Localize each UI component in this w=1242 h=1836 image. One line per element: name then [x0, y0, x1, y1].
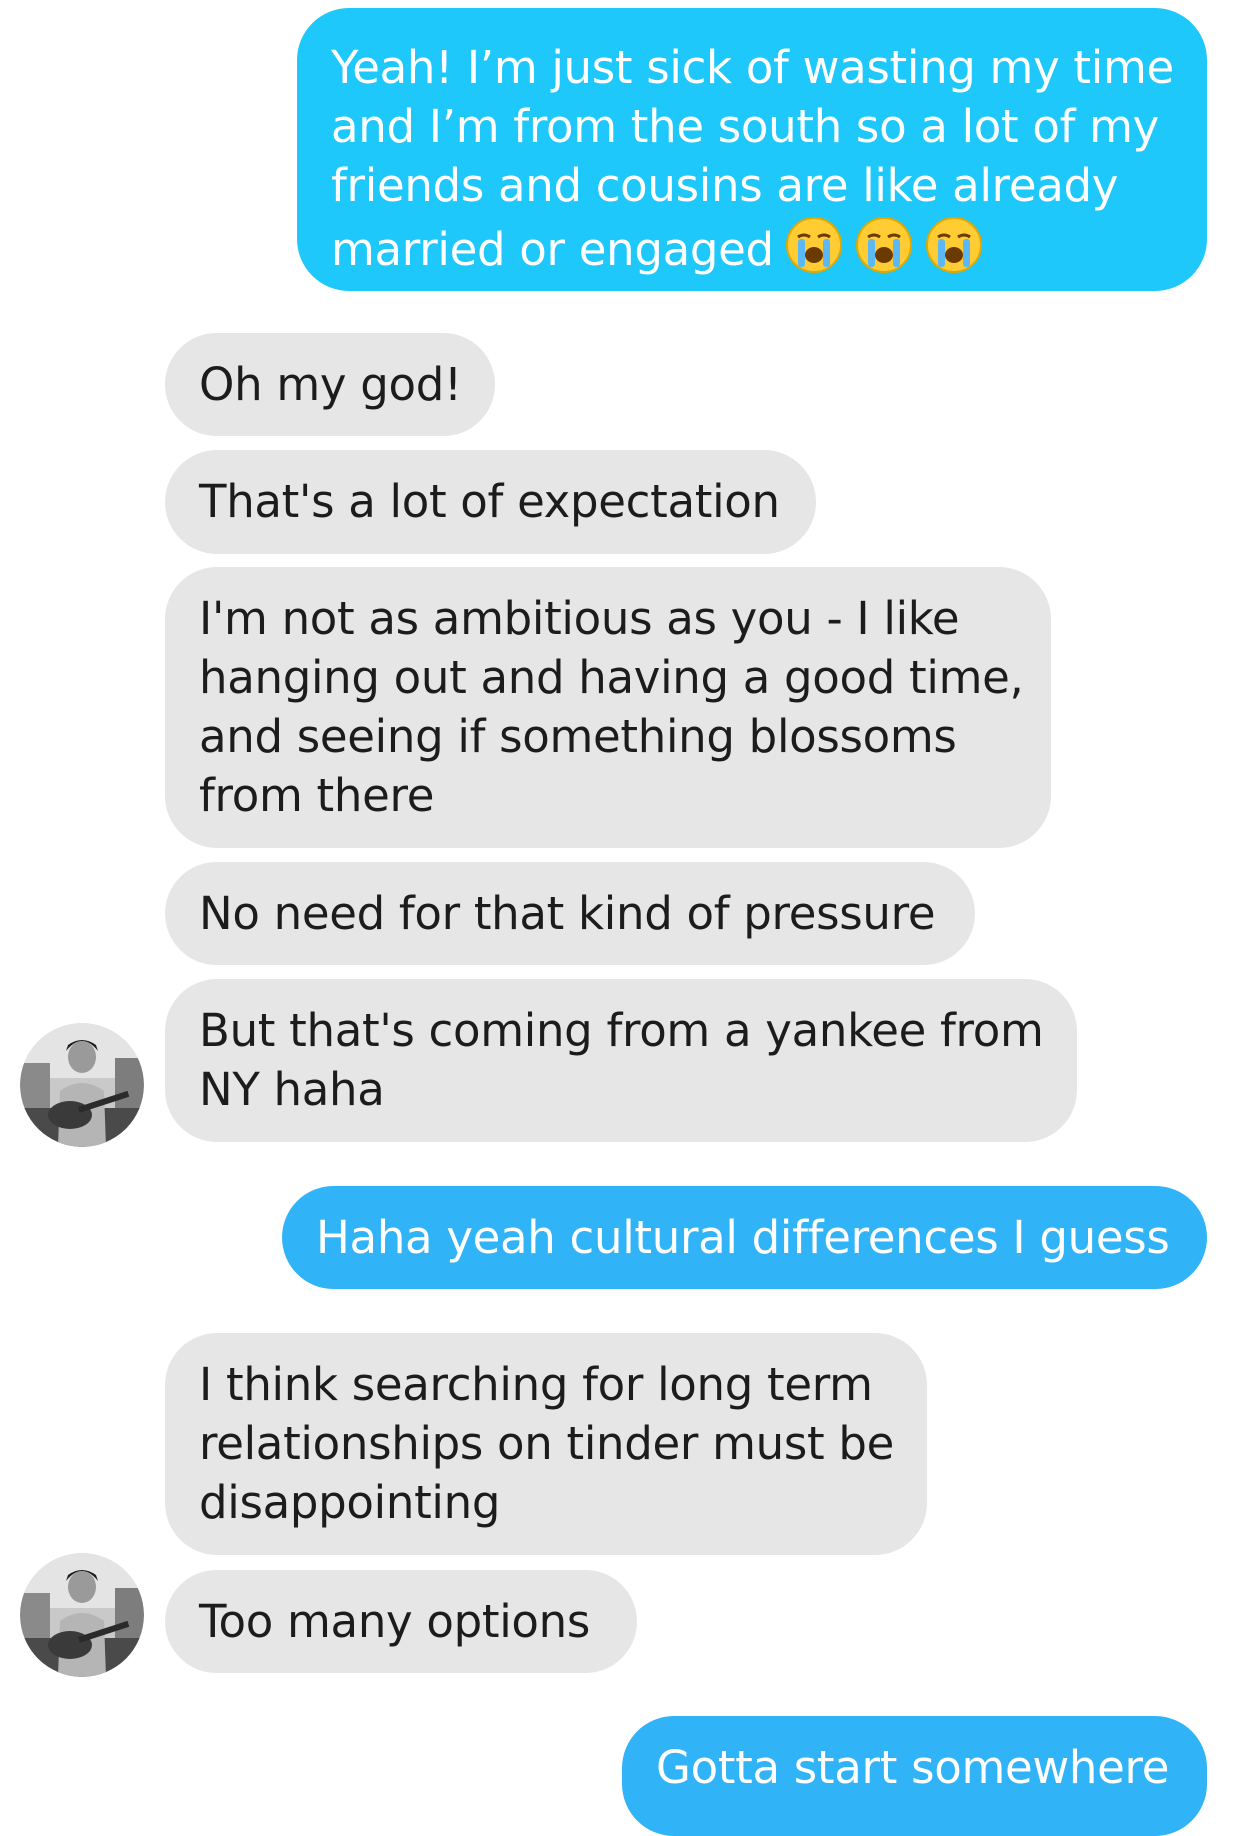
loudly-crying-face-icon: [855, 217, 912, 273]
message-text: Gotta start somewhere: [656, 1741, 1170, 1794]
message-bubble-received[interactable]: I think searching for long term relation…: [165, 1333, 927, 1555]
loudly-crying-face-icon: [785, 217, 842, 273]
message-text: Too many options: [199, 1595, 591, 1648]
message-bubble-sent[interactable]: Haha yeah cultural differences I guess: [282, 1186, 1207, 1289]
message-text: NY haha: [199, 1063, 385, 1116]
person-with-guitar-photo: [20, 1553, 144, 1677]
loudly-crying-face-icon: [925, 217, 982, 273]
message-text: Oh my god!: [199, 358, 462, 411]
message-text: I think searching for long term: [199, 1358, 873, 1411]
message-text: from there: [199, 769, 435, 822]
message-text: No need for that kind of pressure: [199, 887, 936, 940]
message-text: disappointing: [199, 1476, 501, 1529]
message-text: I'm not as ambitious as you - I like: [199, 592, 960, 645]
message-text: married or engaged: [331, 223, 774, 276]
message-bubble-received[interactable]: That's a lot of expectation: [165, 450, 816, 554]
message-text: relationships on tinder must be: [199, 1417, 895, 1470]
contact-avatar[interactable]: [20, 1553, 144, 1677]
message-bubble-sent[interactable]: Yeah! I’m just sick of wasting my time a…: [297, 8, 1207, 291]
message-bubble-received[interactable]: Oh my god!: [165, 333, 495, 436]
message-bubble-received[interactable]: Too many options: [165, 1570, 637, 1673]
message-bubble-sent[interactable]: Gotta start somewhere: [622, 1716, 1207, 1836]
message-text: and seeing if something blossoms: [199, 710, 957, 763]
message-bubble-received[interactable]: I'm not as ambitious as you - I like han…: [165, 567, 1051, 848]
message-bubble-received[interactable]: No need for that kind of pressure: [165, 862, 975, 965]
contact-avatar[interactable]: [20, 1023, 144, 1147]
message-text: Yeah! I’m just sick of wasting my time: [331, 41, 1174, 94]
message-text: hanging out and having a good time,: [199, 651, 1024, 704]
message-text: That's a lot of expectation: [199, 475, 780, 528]
person-with-guitar-photo: [20, 1023, 144, 1147]
message-bubble-received[interactable]: But that's coming from a yankee from NY …: [165, 979, 1077, 1142]
message-text-last-line: married or engaged: [331, 215, 1173, 279]
message-text: Haha yeah cultural differences I guess: [316, 1211, 1170, 1264]
message-text: and I’m from the south so a lot of my: [331, 100, 1160, 153]
message-text: friends and cousins are like already: [331, 159, 1119, 212]
message-text: But that's coming from a yankee from: [199, 1004, 1044, 1057]
